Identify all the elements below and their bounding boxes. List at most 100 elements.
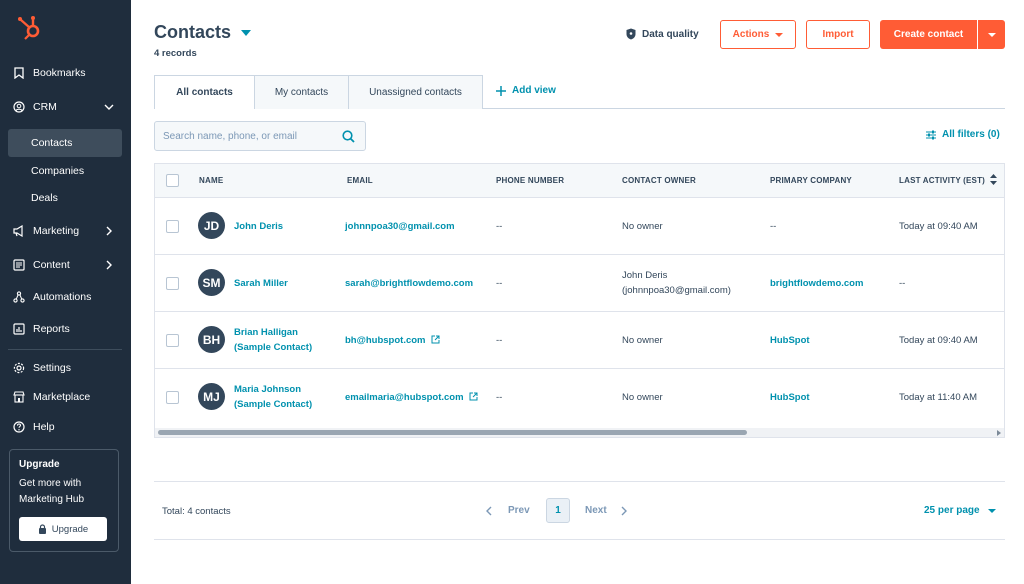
- sidebar-item-automations[interactable]: Automations: [8, 284, 122, 310]
- contact-company: --: [770, 221, 777, 232]
- contact-company-link[interactable]: HubSpot: [770, 390, 810, 405]
- marketplace-icon: [13, 391, 25, 403]
- scroll-right-icon[interactable]: [997, 430, 1001, 436]
- sidebar-item-marketing[interactable]: Marketing: [8, 218, 122, 244]
- page-title[interactable]: Contacts: [154, 22, 252, 43]
- contact-owner-name: John Deris: [622, 270, 668, 281]
- table-row[interactable]: MJ Maria Johnson (Sample Contact) emailm…: [155, 369, 1004, 426]
- create-contact-menu-button[interactable]: [978, 20, 1005, 49]
- page-number-button[interactable]: 1: [546, 498, 570, 523]
- all-filters-label: All filters (0): [942, 129, 1000, 140]
- contact-phone: --: [496, 221, 503, 232]
- horizontal-scrollbar[interactable]: [155, 428, 1004, 437]
- contact-name-suffix: (Sample Contact): [234, 399, 313, 410]
- sidebar-item-deals[interactable]: Deals: [8, 184, 122, 212]
- hubspot-logo-icon[interactable]: [16, 14, 44, 42]
- prev-page-button[interactable]: Prev: [486, 505, 530, 516]
- next-label: Next: [585, 505, 607, 516]
- table-row[interactable]: JD John Deris johnnpoa30@gmail.com -- No…: [155, 198, 1004, 255]
- sidebar-item-label: Marketing: [33, 225, 80, 237]
- column-header-activity[interactable]: LAST ACTIVITY (EST): [899, 176, 985, 185]
- avatar: SM: [198, 269, 225, 296]
- contact-name-link[interactable]: Maria Johnson (Sample Contact): [234, 382, 312, 412]
- contact-phone: --: [496, 335, 503, 346]
- tab-unassigned-contacts[interactable]: Unassigned contacts: [348, 75, 483, 109]
- sidebar-item-contacts[interactable]: Contacts: [8, 129, 122, 157]
- contact-owner: No owner: [622, 335, 663, 346]
- table-header: NAME EMAIL PHONE NUMBER CONTACT OWNER PR…: [155, 164, 1004, 198]
- data-quality-label: Data quality: [642, 28, 699, 40]
- contact-email-link[interactable]: bh@hubspot.com: [345, 333, 440, 348]
- sidebar-item-bookmarks[interactable]: Bookmarks: [8, 60, 122, 86]
- record-count: 4 records: [154, 48, 197, 59]
- automations-icon: [13, 291, 25, 303]
- contact-name-link[interactable]: Sarah Miller: [234, 276, 288, 291]
- megaphone-icon: [13, 225, 25, 237]
- plus-icon: [496, 85, 506, 96]
- caret-down-icon: [987, 32, 996, 37]
- per-page-select[interactable]: 25 per page: [924, 505, 996, 516]
- row-checkbox[interactable]: [166, 334, 179, 347]
- contact-phone: --: [496, 278, 503, 289]
- contact-email: bh@hubspot.com: [345, 335, 426, 346]
- row-checkbox[interactable]: [166, 220, 179, 233]
- contact-last-activity: --: [899, 278, 906, 289]
- shield-icon: [626, 28, 636, 40]
- tab-all-contacts[interactable]: All contacts: [154, 75, 255, 109]
- chevron-left-icon: [486, 506, 492, 515]
- contact-owner[interactable]: John Deris (johnnpoa30@gmail.com): [622, 268, 731, 298]
- contact-email-link[interactable]: emailmaria@hubspot.com: [345, 390, 478, 405]
- import-button[interactable]: Import: [806, 20, 870, 49]
- column-header-name[interactable]: NAME: [199, 176, 223, 185]
- contact-email: emailmaria@hubspot.com: [345, 392, 464, 403]
- all-filters-button[interactable]: All filters (0): [926, 129, 1000, 140]
- page-title-text: Contacts: [154, 22, 232, 42]
- sidebar-item-label: Reports: [33, 323, 70, 335]
- actions-button-label: Actions: [732, 29, 770, 40]
- contact-email-link[interactable]: sarah@brightflowdemo.com: [345, 276, 473, 291]
- add-view-button[interactable]: Add view: [496, 85, 556, 96]
- next-page-button[interactable]: Next: [585, 505, 627, 516]
- sidebar-item-marketplace[interactable]: Marketplace: [8, 384, 122, 410]
- chevron-down-icon: [104, 104, 114, 110]
- contact-name-link[interactable]: John Deris: [234, 219, 283, 234]
- search-input[interactable]: [163, 130, 333, 142]
- upgrade-button[interactable]: Upgrade: [19, 517, 107, 541]
- upgrade-text: Get more with Marketing Hub: [19, 478, 85, 505]
- actions-button[interactable]: Actions: [720, 20, 796, 49]
- sidebar-item-help[interactable]: Help: [8, 414, 122, 440]
- data-quality-button[interactable]: Data quality: [626, 28, 699, 40]
- tab-my-contacts[interactable]: My contacts: [254, 75, 349, 109]
- sidebar-item-reports[interactable]: Reports: [8, 316, 122, 342]
- scrollbar-thumb[interactable]: [158, 430, 747, 435]
- contact-email-link[interactable]: johnnpoa30@gmail.com: [345, 219, 455, 234]
- sidebar-item-label: Marketplace: [33, 391, 91, 403]
- sort-icon[interactable]: [990, 174, 997, 185]
- column-header-owner[interactable]: CONTACT OWNER: [622, 176, 696, 185]
- create-contact-label: Create contact: [893, 29, 964, 40]
- external-link-icon: [469, 392, 478, 401]
- sidebar-item-companies[interactable]: Companies: [8, 157, 122, 185]
- row-checkbox[interactable]: [166, 277, 179, 290]
- table-row[interactable]: SM Sarah Miller sarah@brightflowdemo.com…: [155, 255, 1004, 312]
- column-header-email[interactable]: EMAIL: [347, 176, 373, 185]
- contact-company-link[interactable]: HubSpot: [770, 333, 810, 348]
- contact-name-link[interactable]: Brian Halligan (Sample Contact): [234, 325, 312, 355]
- sidebar-item-settings[interactable]: Settings: [8, 355, 122, 381]
- contact-owner: No owner: [622, 221, 663, 232]
- row-checkbox[interactable]: [166, 391, 179, 404]
- contact-last-activity: Today at 09:40 AM: [899, 221, 978, 232]
- sidebar-divider: [8, 349, 122, 350]
- sidebar-item-crm[interactable]: CRM: [8, 94, 122, 120]
- column-header-phone[interactable]: PHONE NUMBER: [496, 176, 564, 185]
- create-contact-button[interactable]: Create contact: [880, 20, 977, 49]
- select-all-checkbox[interactable]: [166, 174, 179, 187]
- footer-divider: [154, 481, 1005, 482]
- search-icon[interactable]: [342, 130, 355, 143]
- bookmark-icon: [13, 67, 25, 79]
- sidebar-item-content[interactable]: Content: [8, 252, 122, 278]
- column-header-company[interactable]: PRIMARY COMPANY: [770, 176, 852, 185]
- contact-company-link[interactable]: brightflowdemo.com: [770, 276, 863, 291]
- table-row[interactable]: BH Brian Halligan (Sample Contact) bh@hu…: [155, 312, 1004, 369]
- avatar: JD: [198, 212, 225, 239]
